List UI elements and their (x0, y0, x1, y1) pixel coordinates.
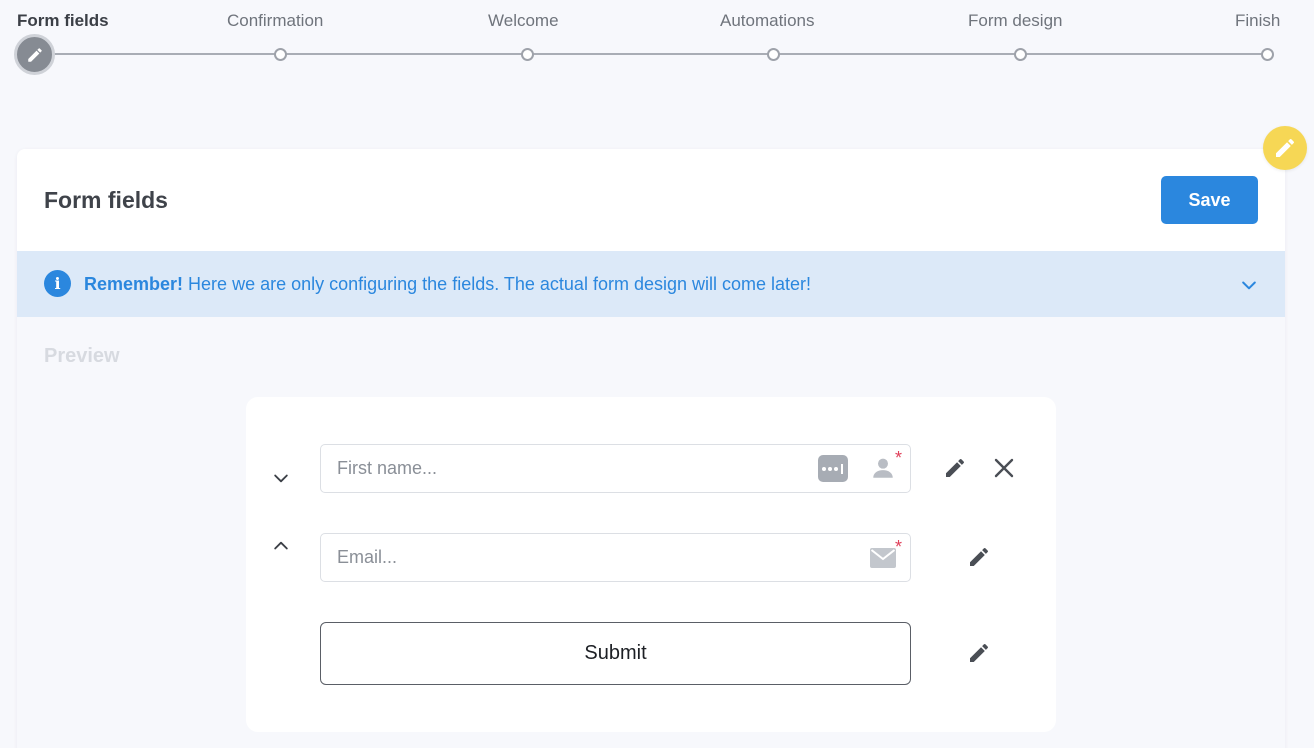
edit-first-name-button[interactable] (940, 453, 970, 483)
card-header: Form fields Save (17, 149, 1285, 251)
step-node-automations[interactable] (767, 48, 780, 61)
step-label-automations[interactable]: Automations (720, 11, 815, 31)
info-message: Remember! Here we are only configuring t… (84, 274, 811, 295)
move-down-button[interactable] (269, 466, 293, 490)
save-button[interactable]: Save (1161, 176, 1258, 224)
preview-label: Preview (44, 345, 120, 367)
first-name-field: * (320, 444, 911, 493)
pencil-icon (27, 47, 42, 62)
step-label-welcome[interactable]: Welcome (488, 11, 559, 31)
close-icon (994, 458, 1014, 478)
pencil-icon (970, 643, 989, 662)
step-label-form-design[interactable]: Form design (968, 11, 1062, 31)
email-field: * (320, 533, 911, 582)
edit-submit-button[interactable] (964, 638, 994, 668)
required-indicator: * (895, 448, 903, 468)
chevron-up-icon (274, 541, 288, 550)
remove-first-name-button[interactable] (989, 453, 1019, 483)
required-indicator: * (895, 537, 903, 557)
step-node-confirmation[interactable] (274, 48, 287, 61)
info-banner: i Remember! Here we are only configuring… (17, 251, 1285, 317)
envelope-icon (869, 545, 897, 571)
step-label-confirmation[interactable]: Confirmation (227, 11, 323, 31)
step-node-form-fields[interactable] (14, 34, 55, 75)
step-node-finish[interactable] (1261, 48, 1274, 61)
step-label-finish[interactable]: Finish (1235, 11, 1280, 31)
chevron-down-icon[interactable] (1239, 275, 1259, 295)
first-name-input[interactable] (337, 445, 797, 492)
pencil-icon (1276, 138, 1295, 157)
step-node-welcome[interactable] (521, 48, 534, 61)
info-message-strong: Remember! (84, 274, 184, 294)
pencil-icon (946, 458, 965, 477)
email-input[interactable] (337, 534, 797, 581)
pencil-icon (970, 547, 989, 566)
stepper-track (34, 53, 1268, 55)
submit-button[interactable]: Submit (320, 622, 911, 685)
info-icon: i (44, 270, 71, 297)
info-message-text: Here we are only configuring the fields.… (183, 274, 812, 294)
step-label-form-fields[interactable]: Form fields (17, 11, 109, 31)
step-node-form-design[interactable] (1014, 48, 1027, 61)
card-title: Form fields (44, 187, 168, 213)
edit-email-button[interactable] (964, 542, 994, 572)
form-fields-card: Form fields Save i Remember! Here we are… (17, 149, 1285, 748)
password-dots-icon (818, 455, 848, 482)
chevron-down-icon (274, 474, 288, 483)
form-preview: * (246, 397, 1056, 732)
edit-mode-button[interactable] (1263, 126, 1307, 170)
user-icon (869, 454, 897, 482)
progress-stepper: Form fields Confirmation Welcome Automat… (0, 0, 1314, 90)
preview-area: Preview First name... * Email... * Submi… (17, 317, 1285, 748)
move-up-button[interactable] (269, 534, 293, 558)
